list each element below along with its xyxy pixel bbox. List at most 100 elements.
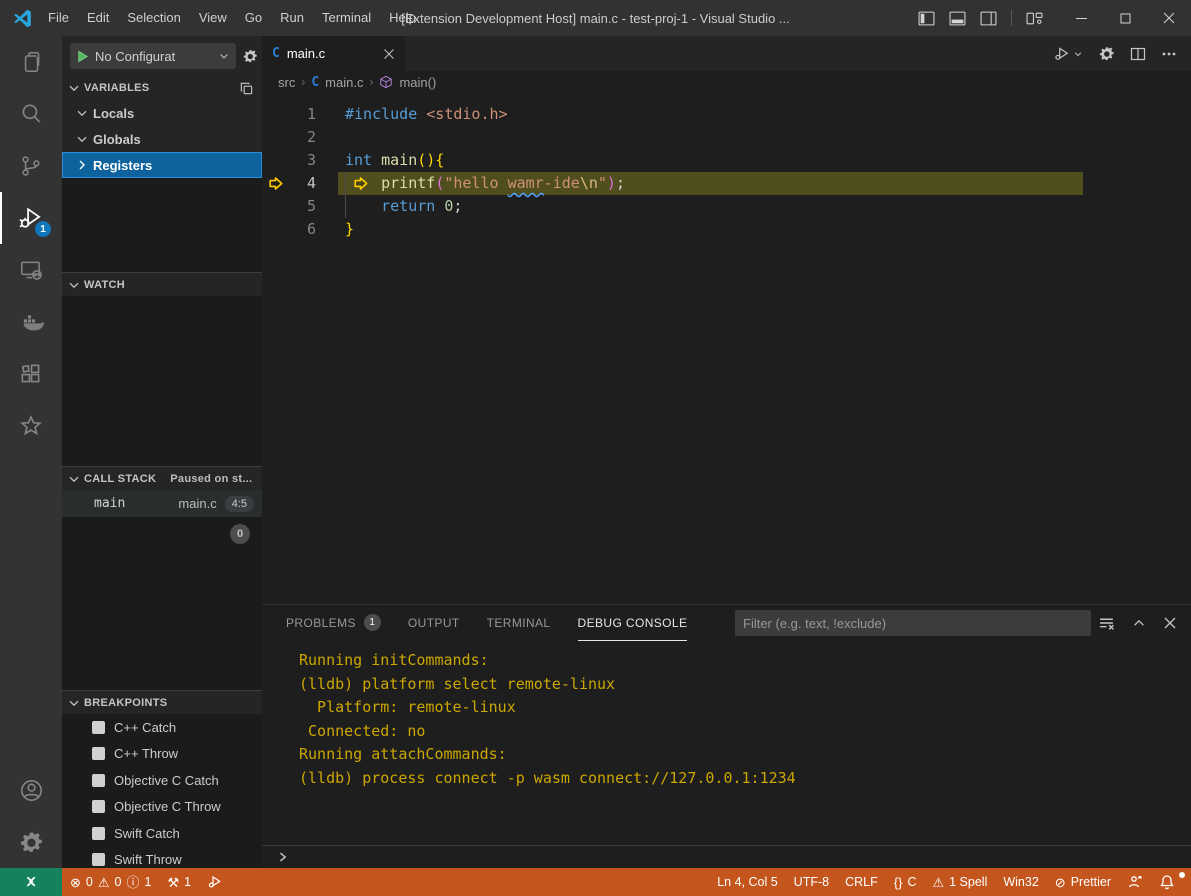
- activitybar-remote-explorer-icon[interactable]: [0, 244, 62, 296]
- chevron-down-icon: [74, 105, 90, 121]
- remote-indicator[interactable]: [0, 868, 62, 896]
- activitybar-docker-icon[interactable]: [0, 296, 62, 348]
- panel-tab-terminal[interactable]: TERMINAL: [487, 605, 551, 641]
- maximize-panel-icon[interactable]: [1132, 616, 1146, 630]
- launch-config-dropdown[interactable]: No Configurat: [70, 43, 236, 69]
- eol-status[interactable]: CRLF: [837, 875, 886, 889]
- menu-selection[interactable]: Selection: [118, 0, 189, 36]
- activitybar-explorer-icon[interactable]: [0, 36, 62, 88]
- feedback-icon[interactable]: [1119, 874, 1151, 890]
- editor-gutter[interactable]: 1: [262, 103, 345, 126]
- variables-section-header[interactable]: VARIABLES: [62, 76, 262, 100]
- code-line-3: 3int main(){: [262, 149, 1191, 172]
- code-token: #include: [345, 105, 417, 123]
- cursor-position[interactable]: Ln 4, Col 5: [709, 875, 785, 889]
- breakpoints-section-header[interactable]: BREAKPOINTS: [62, 690, 262, 714]
- activitybar-star-icon[interactable]: [0, 400, 62, 452]
- breakpoint-item[interactable]: Swift Catch: [62, 820, 262, 847]
- breakpoint-item[interactable]: C++ Throw: [62, 741, 262, 768]
- editor-gutter[interactable]: 6: [262, 218, 345, 241]
- editor-settings-gear-icon[interactable]: [1098, 45, 1115, 62]
- c-file-icon: C: [272, 46, 280, 61]
- activitybar-extensions-icon[interactable]: [0, 348, 62, 400]
- panel-tab-problems[interactable]: PROBLEMS1: [286, 605, 381, 641]
- warning-count: 0: [115, 875, 122, 889]
- editor-gutter[interactable]: 4: [262, 172, 345, 195]
- spell-checker-status[interactable]: ⚠ 1 Spell: [924, 875, 995, 889]
- breakpoint-checkbox[interactable]: [92, 747, 105, 760]
- copy-icon[interactable]: [239, 81, 254, 96]
- breakpoints-title: BREAKPOINTS: [84, 697, 167, 709]
- debug-console-output[interactable]: Running initCommands:(lldb) platform sel…: [262, 641, 1191, 845]
- code-line-1: 1#include <stdio.h>: [262, 103, 1191, 126]
- call-stack-section-header[interactable]: CALL STACK Paused on st...: [62, 466, 262, 490]
- menu-file[interactable]: File: [39, 0, 78, 36]
- platform-status[interactable]: Win32: [995, 875, 1046, 889]
- activitybar-settings-icon[interactable]: [0, 816, 62, 868]
- variables-item-registers[interactable]: Registers: [62, 152, 262, 178]
- debug-status-icon[interactable]: [199, 868, 231, 896]
- variables-item-globals[interactable]: Globals: [62, 126, 262, 152]
- breakpoint-item[interactable]: Objective C Catch: [62, 767, 262, 794]
- tab-main-c[interactable]: C main.c: [262, 36, 405, 71]
- title-bar: FileEditSelectionViewGoRunTerminalHelp […: [0, 0, 1191, 36]
- breakpoint-item[interactable]: C++ Catch: [62, 714, 262, 741]
- customize-layout-icon[interactable]: [1026, 11, 1043, 26]
- activitybar-source-control-icon[interactable]: [0, 140, 62, 192]
- editor-gutter[interactable]: 2: [262, 126, 345, 149]
- debug-console-input[interactable]: [262, 845, 1191, 868]
- breakpoint-item[interactable]: Objective C Throw: [62, 794, 262, 821]
- watch-section-header[interactable]: WATCH: [62, 272, 262, 296]
- breadcrumb-symbol[interactable]: main(): [399, 75, 436, 90]
- menu-go[interactable]: Go: [236, 0, 271, 36]
- breadcrumb-src[interactable]: src: [278, 75, 295, 90]
- start-debug-icon[interactable]: [76, 50, 89, 63]
- notifications-bell-icon[interactable]: [1151, 874, 1183, 890]
- breakpoint-checkbox[interactable]: [92, 827, 105, 840]
- breakpoint-checkbox[interactable]: [92, 800, 105, 813]
- editor-gutter[interactable]: 5: [262, 195, 345, 218]
- menu-run[interactable]: Run: [271, 0, 313, 36]
- close-panel-icon[interactable]: [1163, 616, 1177, 630]
- code-token: [372, 151, 381, 169]
- chevron-down-icon: [66, 471, 82, 487]
- breakpoint-item[interactable]: Swift Throw: [62, 847, 262, 869]
- code-editor[interactable]: 1#include <stdio.h>23int main(){4 printf…: [262, 93, 1191, 604]
- breadcrumb-file[interactable]: main.c: [325, 75, 363, 90]
- code-token: ;: [453, 197, 462, 215]
- breakpoint-checkbox[interactable]: [92, 774, 105, 787]
- menu-view[interactable]: View: [190, 0, 236, 36]
- split-editor-icon[interactable]: [1130, 46, 1146, 62]
- encoding-status[interactable]: UTF-8: [786, 875, 837, 889]
- minimize-button[interactable]: [1059, 0, 1103, 36]
- maximize-button[interactable]: [1103, 0, 1147, 36]
- debug-gear-icon[interactable]: [242, 48, 258, 64]
- breakpoint-checkbox[interactable]: [92, 853, 105, 866]
- breakpoint-checkbox[interactable]: [92, 721, 105, 734]
- run-or-debug-button[interactable]: [1053, 45, 1083, 63]
- tab-close-icon[interactable]: [383, 48, 395, 60]
- toggle-panel-icon[interactable]: [949, 11, 966, 26]
- editor-gutter[interactable]: 3: [262, 149, 345, 172]
- activitybar-run-and-debug-icon[interactable]: 1: [0, 192, 62, 244]
- menu-edit[interactable]: Edit: [78, 0, 118, 36]
- language-mode-status[interactable]: {} C: [886, 875, 925, 889]
- menu-terminal[interactable]: Terminal: [313, 0, 380, 36]
- warning-icon: ⚠: [932, 876, 944, 889]
- activitybar-search-icon[interactable]: [0, 88, 62, 140]
- problems-status[interactable]: ⊗ 0 ⚠ 0 ⓘ 1: [62, 868, 159, 896]
- more-actions-icon[interactable]: [1161, 46, 1177, 62]
- variables-item-locals[interactable]: Locals: [62, 100, 262, 126]
- chevron-down-icon: [66, 695, 82, 711]
- close-window-button[interactable]: [1147, 0, 1191, 36]
- formatter-status[interactable]: ⊘ Prettier: [1047, 875, 1119, 889]
- debug-console-filter-input[interactable]: [735, 610, 1091, 636]
- activitybar-account-icon[interactable]: [0, 764, 62, 816]
- panel-tab-output[interactable]: OUTPUT: [408, 605, 460, 641]
- toggle-secondary-sidebar-icon[interactable]: [980, 11, 997, 26]
- panel-tab-debug-console[interactable]: DEBUG CONSOLE: [578, 605, 688, 641]
- stack-frame-row[interactable]: main main.c 4:5: [62, 490, 262, 517]
- clear-console-icon[interactable]: [1098, 615, 1115, 632]
- tools-status[interactable]: ⚒ 1: [159, 868, 199, 896]
- toggle-primary-sidebar-icon[interactable]: [918, 11, 935, 26]
